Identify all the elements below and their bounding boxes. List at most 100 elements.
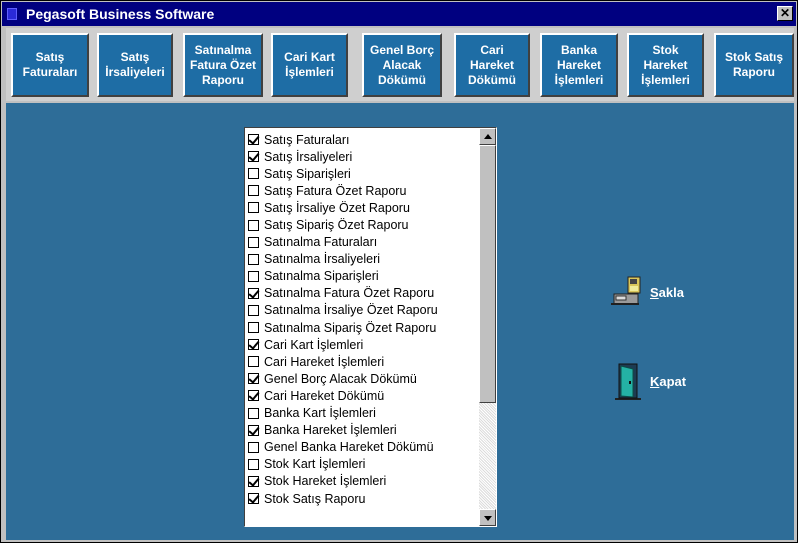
toolbar-button-stok-satis-raporu[interactable]: Stok Satış Raporu xyxy=(714,33,794,97)
report-checklist-items: Satış Faturaları Satış İrsaliyeleri Satış … xyxy=(248,131,478,507)
arrow-down-icon xyxy=(484,516,492,521)
report-list-item[interactable]: Satınalma İrsaliye Özet Raporu xyxy=(248,302,478,319)
report-item-label: Satış İrsaliyeleri xyxy=(264,149,353,164)
report-checkbox[interactable] xyxy=(248,339,259,351)
report-item-label: Satınalma İrsaliyeleri xyxy=(264,252,381,267)
close-label-rest: apat xyxy=(659,373,687,389)
report-item-label: Stok Satış Raporu xyxy=(264,491,366,506)
report-checkbox[interactable] xyxy=(248,356,259,368)
report-checkbox[interactable] xyxy=(248,185,259,197)
report-item-label: Satış İrsaliye Özet Raporu xyxy=(264,200,410,215)
report-list-item[interactable]: Banka Hareket İşlemleri xyxy=(248,422,478,439)
toolbar-button-cari-kart[interactable]: Cari Kart İşlemleri xyxy=(271,33,348,97)
report-checkbox[interactable] xyxy=(248,322,259,334)
toolbar-button-satinalma-fatura-ozet[interactable]: Satınalma Fatura Özet Raporu xyxy=(183,33,263,97)
report-list-item[interactable]: Cari Hareket İşlemleri xyxy=(248,353,478,370)
toolbar-button-satis-faturalari[interactable]: Satış Faturaları xyxy=(11,33,89,97)
save-label: Sakla xyxy=(650,285,684,300)
scroll-thumb[interactable] xyxy=(479,145,496,403)
report-checkbox[interactable] xyxy=(248,493,259,505)
report-checkbox[interactable] xyxy=(248,458,259,470)
toolbar-button-satis-irsaliyeleri[interactable]: Satış İrsaliyeleri xyxy=(97,33,173,97)
report-item-label: Banka Kart İşlemleri xyxy=(264,406,376,421)
report-item-label: Stok Kart İşlemleri xyxy=(264,457,366,472)
toolbar-button-genel-borc-alacak[interactable]: Genel Borç Alacak Dökümü xyxy=(362,33,442,97)
door-exit-icon xyxy=(615,363,641,400)
report-list-item[interactable]: Satış İrsaliyeleri xyxy=(248,148,478,165)
report-list-item[interactable]: Genel Banka Hareket Dökümü xyxy=(248,439,478,456)
arrow-up-icon xyxy=(484,134,492,139)
report-checkbox[interactable] xyxy=(248,441,259,453)
report-checkbox[interactable] xyxy=(248,424,259,436)
toolbar-button-cari-hareket-dokumu[interactable]: Cari Hareket Dökümü xyxy=(454,33,530,97)
title-bar: Pegasoft Business Software ✕ xyxy=(2,2,796,26)
report-list-item[interactable]: Satış Siparişleri xyxy=(248,165,478,182)
report-toolbar: Satış Faturaları Satış İrsaliyeleri Satı… xyxy=(6,28,794,101)
report-checklist[interactable]: Satış Faturaları Satış İrsaliyeleri Satış … xyxy=(244,127,497,527)
report-item-label: Satış Siparişleri xyxy=(264,166,351,181)
report-item-label: Banka Hareket İşlemleri xyxy=(264,423,397,438)
save-disk-icon xyxy=(611,276,641,305)
report-checkbox[interactable] xyxy=(248,253,259,265)
report-item-label: Stok Hareket İşlemleri xyxy=(264,474,387,489)
toolbar-button-stok-hareket[interactable]: Stok Hareket İşlemleri xyxy=(627,33,704,97)
report-item-label: Cari Hareket Dökümü xyxy=(264,388,385,403)
report-checkbox[interactable] xyxy=(248,151,259,163)
main-panel: Satış Faturaları Satış İrsaliyeleri Satış … xyxy=(6,103,794,540)
close-button[interactable]: Kapat xyxy=(612,362,686,400)
report-checkbox[interactable] xyxy=(248,168,259,180)
report-checkbox[interactable] xyxy=(248,390,259,402)
close-label: Kapat xyxy=(650,374,686,389)
save-label-rest: akla xyxy=(658,284,684,300)
report-list-item[interactable]: Banka Kart İşlemleri xyxy=(248,405,478,422)
report-item-label: Satınalma Faturaları xyxy=(264,235,378,250)
report-checkbox[interactable] xyxy=(248,134,259,146)
app-window: Pegasoft Business Software ✕ Satış Fatur… xyxy=(0,0,798,543)
report-list-item[interactable]: Genel Borç Alacak Dökümü xyxy=(248,370,478,387)
report-list-item[interactable]: Satış Sipariş Özet Raporu xyxy=(248,216,478,233)
report-checkbox[interactable] xyxy=(248,270,259,282)
report-item-label: Genel Banka Hareket Dökümü xyxy=(264,440,434,455)
report-item-label: Satınalma Sipariş Özet Raporu xyxy=(264,320,437,335)
report-checkbox[interactable] xyxy=(248,475,259,487)
report-list-item[interactable]: Stok Hareket İşlemleri xyxy=(248,473,478,490)
report-list-item[interactable]: Satınalma Fatura Özet Raporu xyxy=(248,285,478,302)
report-checkbox[interactable] xyxy=(248,304,259,316)
report-list-item[interactable]: Satış İrsaliye Özet Raporu xyxy=(248,199,478,216)
report-list-item[interactable]: Satınalma Sipariş Özet Raporu xyxy=(248,319,478,336)
report-list-item[interactable]: Stok Kart İşlemleri xyxy=(248,456,478,473)
report-list-item[interactable]: Satınalma İrsaliyeleri xyxy=(248,251,478,268)
report-checkbox[interactable] xyxy=(248,236,259,248)
report-checkbox[interactable] xyxy=(248,407,259,419)
report-list-item[interactable]: Satınalma Faturaları xyxy=(248,234,478,251)
report-item-label: Satış Sipariş Özet Raporu xyxy=(264,218,409,233)
report-item-label: Cari Kart İşlemleri xyxy=(264,337,364,352)
report-item-label: Satış Faturaları xyxy=(264,132,350,147)
report-checkbox[interactable] xyxy=(248,202,259,214)
report-item-label: Genel Borç Alacak Dökümü xyxy=(264,371,417,386)
close-window-button[interactable]: ✕ xyxy=(777,6,793,21)
report-item-label: Satınalma Fatura Özet Raporu xyxy=(264,286,435,301)
report-checkbox[interactable] xyxy=(248,219,259,231)
report-item-label: Cari Hareket İşlemleri xyxy=(264,354,385,369)
vertical-scrollbar[interactable] xyxy=(479,128,496,526)
save-button[interactable]: Sakla xyxy=(608,275,684,309)
scroll-down-button[interactable] xyxy=(479,509,496,526)
report-list-item[interactable]: Stok Satış Raporu xyxy=(248,490,478,507)
toolbar-button-banka-hareket[interactable]: Banka Hareket İşlemleri xyxy=(540,33,618,97)
report-checkbox[interactable] xyxy=(248,287,259,299)
report-list-item[interactable]: Satış Faturaları xyxy=(248,131,478,148)
report-checkbox[interactable] xyxy=(248,373,259,385)
window-title: Pegasoft Business Software xyxy=(26,6,215,22)
report-list-item[interactable]: Satınalma Siparişleri xyxy=(248,268,478,285)
report-list-item[interactable]: Cari Kart İşlemleri xyxy=(248,336,478,353)
app-icon xyxy=(7,8,17,20)
report-list-item[interactable]: Cari Hareket Dökümü xyxy=(248,387,478,404)
report-list-item[interactable]: Satış Fatura Özet Raporu xyxy=(248,182,478,199)
report-item-label: Satış Fatura Özet Raporu xyxy=(264,183,407,198)
report-item-label: Satınalma Siparişleri xyxy=(264,269,379,284)
close-accelerator-letter: K xyxy=(650,373,660,389)
scroll-up-button[interactable] xyxy=(479,128,496,145)
save-accelerator-letter: S xyxy=(650,284,659,300)
report-item-label: Satınalma İrsaliye Özet Raporu xyxy=(264,303,438,318)
